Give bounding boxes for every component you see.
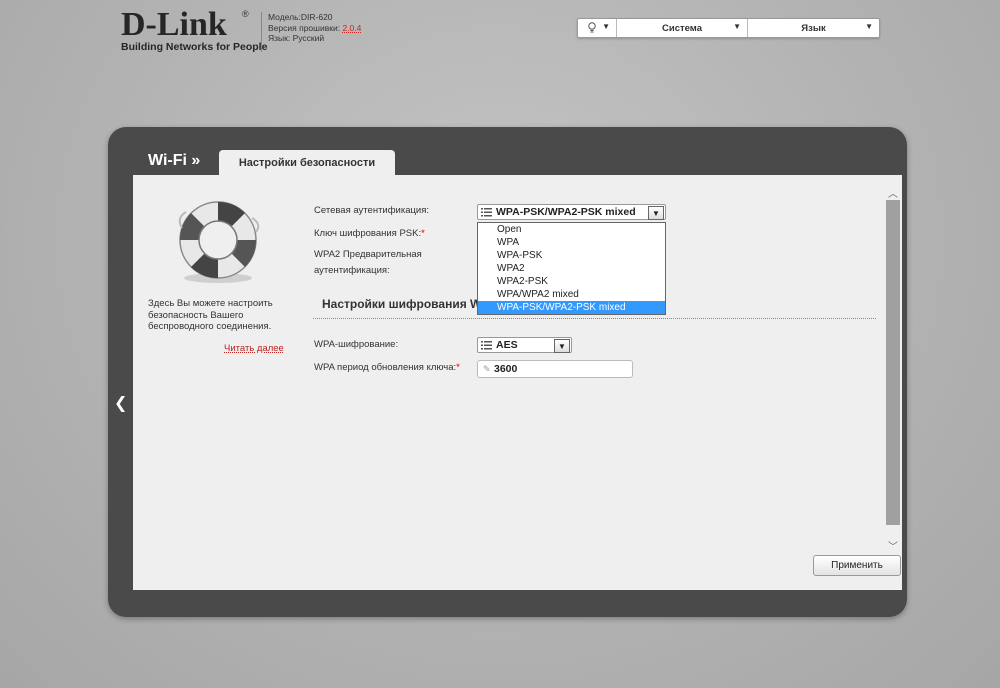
chevron-down-icon: ▼ bbox=[602, 22, 610, 31]
firmware-label: Версия прошивки: bbox=[268, 22, 341, 33]
chevron-down-icon[interactable]: ▼ bbox=[554, 339, 570, 353]
rekey-input-value: 3600 bbox=[494, 363, 518, 375]
scroll-up-icon[interactable]: ︿ bbox=[888, 185, 898, 200]
auth-option[interactable]: WPA-PSK bbox=[478, 249, 665, 262]
required-mark: * bbox=[421, 228, 425, 239]
auth-select[interactable]: WPA-PSK/WPA2-PSK mixed ▼ bbox=[477, 204, 666, 220]
hint-menu-button[interactable]: ▼ bbox=[578, 19, 617, 37]
auth-option[interactable]: Open bbox=[478, 223, 665, 236]
lifebuoy-icon bbox=[178, 201, 260, 283]
device-info: Модель:DIR-620 Версия прошивки: 2.0.4 Яз… bbox=[261, 12, 361, 52]
auth-option-selected[interactable]: WPA-PSK/WPA2-PSK mixed bbox=[478, 301, 665, 314]
breadcrumb-wifi[interactable]: Wi-Fi » bbox=[148, 152, 200, 170]
back-arrow-icon[interactable]: ❮ bbox=[114, 393, 127, 413]
logo-registered-mark: ® bbox=[242, 9, 249, 19]
enc-select[interactable]: AES ▼ bbox=[477, 337, 572, 353]
auth-dropdown-list: Open WPA WPA-PSK WPA2 WPA2-PSK WPA/WPA2 … bbox=[477, 222, 666, 315]
list-icon bbox=[481, 207, 492, 216]
system-menu-button[interactable]: Система ▼ bbox=[617, 19, 748, 37]
pencil-icon: ✎ bbox=[483, 364, 491, 374]
language-menu-button[interactable]: Язык ▼ bbox=[748, 19, 879, 37]
language-text: Язык: Русский bbox=[268, 33, 325, 43]
list-icon bbox=[481, 340, 492, 349]
auth-option[interactable]: WPA2-PSK bbox=[478, 275, 665, 288]
firmware-version-link[interactable]: 2.0.4 bbox=[342, 23, 361, 33]
chevron-down-icon: ▼ bbox=[865, 22, 873, 31]
preauth-label-line1: WPA2 Предварительная bbox=[314, 249, 422, 260]
encryption-section-title: Настройки шифрования W bbox=[322, 297, 482, 311]
scroll-down-icon[interactable]: ﹀ bbox=[888, 538, 898, 553]
top-menu: ▼ Система ▼ Язык ▼ bbox=[577, 18, 880, 38]
chevron-down-icon: ▼ bbox=[733, 22, 741, 31]
bulb-icon bbox=[588, 22, 596, 33]
scrollbar[interactable] bbox=[886, 200, 900, 525]
firmware-row: Версия прошивки: 2.0.4 bbox=[268, 23, 361, 34]
enc-select-value: AES bbox=[496, 339, 518, 351]
help-text: Здесь Вы можете настроить безопасность В… bbox=[148, 298, 273, 332]
model-text: Модель:DIR-620 bbox=[268, 12, 333, 22]
chevron-down-icon[interactable]: ▼ bbox=[648, 206, 664, 220]
tab-security-settings[interactable]: Настройки безопасности bbox=[219, 150, 395, 176]
psk-label: Ключ шифрования PSK:* bbox=[314, 226, 425, 242]
auth-select-value: WPA-PSK/WPA2-PSK mixed bbox=[496, 206, 636, 218]
read-more-link[interactable]: Читать далее bbox=[224, 343, 284, 354]
auth-label: Сетевая аутентификация: bbox=[314, 205, 430, 216]
auth-option[interactable]: WPA2 bbox=[478, 262, 665, 275]
preauth-label-line2: аутентификация: bbox=[314, 265, 390, 276]
auth-option[interactable]: WPA/WPA2 mixed bbox=[478, 288, 665, 301]
logo-wordmark: D-Link bbox=[121, 6, 227, 43]
rekey-label-text: WPA период обновления ключа: bbox=[314, 362, 457, 373]
auth-option[interactable]: WPA bbox=[478, 236, 665, 249]
section-divider bbox=[313, 318, 876, 319]
rekey-label: WPA период обновления ключа:* bbox=[314, 360, 460, 376]
rekey-input[interactable]: ✎ 3600 bbox=[477, 360, 633, 378]
dlink-logo: D-Link ® Building Networks for People bbox=[121, 6, 268, 54]
required-mark: * bbox=[456, 362, 460, 373]
logo-tagline: Building Networks for People bbox=[121, 41, 268, 53]
system-menu-label: Система bbox=[662, 22, 702, 34]
psk-label-text: Ключ шифрования PSK: bbox=[314, 228, 422, 239]
apply-button[interactable]: Применить bbox=[813, 555, 901, 576]
enc-label: WPA-шифрование: bbox=[314, 339, 399, 350]
language-menu-label: Язык bbox=[801, 22, 826, 34]
